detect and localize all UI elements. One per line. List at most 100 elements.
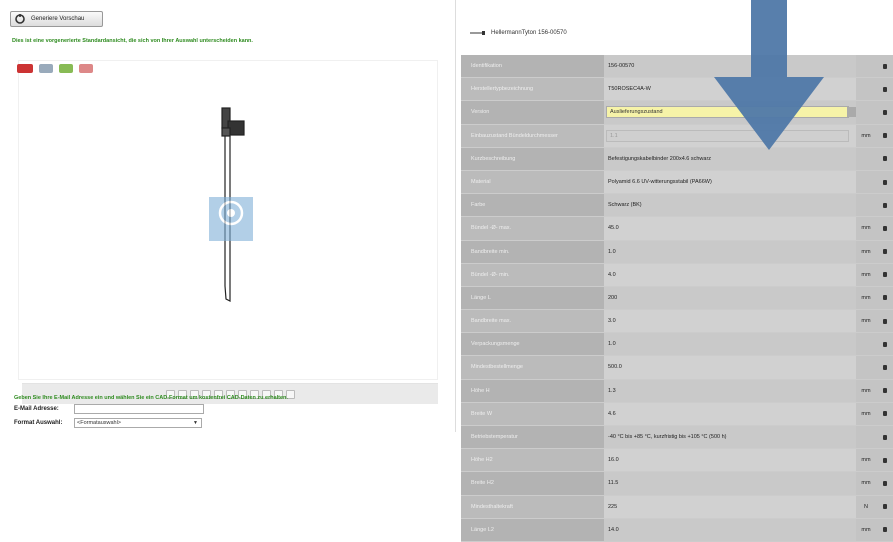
property-row: Mindestbestellmenge 500.0 [461, 356, 893, 380]
property-row: Höhe H 1.3 mm [461, 379, 893, 403]
lock-icon[interactable] [876, 147, 893, 170]
property-row: Betriebstemperatur -40 °C bis +85 °C, kur… [461, 426, 893, 450]
lock-glyph [882, 249, 887, 255]
property-unit: mm [856, 263, 876, 286]
property-row: Version Auslieferungszustand [461, 101, 893, 125]
property-row: Länge L 200 mm [461, 286, 893, 311]
format-select[interactable]: <Formatauswahl> ▼ [74, 418, 202, 428]
version-select-value: Auslieferungszustand [610, 109, 663, 116]
lock-icon[interactable] [876, 518, 893, 541]
lock-icon[interactable] [876, 310, 893, 333]
lock-glyph [882, 86, 887, 92]
property-row: Mindesthaltekraft 225 N [461, 495, 893, 519]
lock-icon[interactable] [876, 217, 893, 240]
lock-glyph [882, 365, 887, 371]
lock-icon[interactable] [876, 124, 893, 147]
down-arrow-icon [714, 0, 824, 150]
property-label: Verpackungsmenge [461, 333, 604, 356]
property-value: 200 [604, 286, 856, 310]
property-label: Farbe [461, 194, 604, 217]
property-row: Kurzbeschreibung Befestigungskabelbinder … [461, 147, 893, 171]
property-value: 225 [604, 495, 856, 518]
product-title-text: HellermannTyton 156-00570 [491, 30, 567, 36]
lock-icon[interactable] [876, 379, 893, 402]
lock-icon[interactable] [876, 472, 893, 495]
email-field[interactable] [74, 404, 204, 414]
property-value: -40 °C bis +85 °C, kurzfristig bis +105 … [604, 426, 856, 449]
property-row: Bündel -Ø- max. 45.0 mm [461, 217, 893, 241]
email-label: E-Mail Adresse: [14, 406, 59, 412]
property-unit: mm [856, 240, 876, 263]
property-unit: N [856, 495, 876, 518]
property-unit [856, 333, 876, 356]
property-row: Identifikation 156-00570 [461, 55, 893, 79]
property-row: Höhe H2 16.0 mm [461, 449, 893, 473]
property-unit: mm [856, 472, 876, 495]
lock-icon[interactable] [876, 333, 893, 356]
property-value: 4.0 [604, 263, 856, 286]
lock-icon[interactable] [876, 170, 893, 194]
property-row: Verpackungsmenge 1.0 [461, 333, 893, 357]
lock-glyph [882, 109, 887, 115]
property-label: Mindesthaltekraft [461, 495, 604, 518]
property-unit [856, 194, 876, 217]
standard-view-notice: Dies ist eine vorgenerierte Standardansi… [12, 38, 253, 44]
property-label: Bandbreite max. [461, 310, 604, 333]
lock-glyph [882, 504, 887, 510]
lock-icon[interactable] [876, 426, 893, 449]
property-row: Bandbreite max. 3.0 mm [461, 310, 893, 334]
lock-icon[interactable] [876, 101, 893, 124]
product-title: HellermannTyton 156-00570 [470, 30, 567, 36]
property-label: Breite W [461, 402, 604, 425]
cad-preview-viewer[interactable] [17, 60, 438, 380]
property-label: Höhe H2 [461, 449, 604, 472]
lock-icon[interactable] [876, 356, 893, 379]
property-value: Schwarz (BK) [604, 194, 856, 217]
property-unit: mm [856, 449, 876, 472]
lock-icon[interactable] [876, 263, 893, 286]
property-unit [856, 170, 876, 194]
property-value: 1.0 [604, 333, 856, 356]
property-label: Einbauzustand Bündeldurchmesser [461, 124, 604, 147]
lock-glyph [882, 156, 887, 162]
property-row: Breite W 4.6 mm [461, 402, 893, 426]
lock-glyph [882, 179, 887, 185]
lock-glyph [882, 434, 887, 440]
property-value: 1.0 [604, 240, 856, 263]
property-row: Farbe Schwarz (BK) [461, 194, 893, 218]
lock-icon[interactable] [876, 78, 893, 101]
lock-icon[interactable] [876, 449, 893, 472]
property-row: Material Polyamid 6.6 UV-witterungsstabil… [461, 170, 893, 195]
property-unit [856, 101, 876, 124]
chevron-down-icon[interactable] [847, 107, 856, 118]
lock-icon[interactable] [876, 286, 893, 310]
property-unit [856, 356, 876, 379]
lock-icon[interactable] [876, 495, 893, 518]
property-value: Polyamid 6.6 UV-witterungsstabil (PA66W) [604, 170, 856, 194]
property-value: 3.0 [604, 310, 856, 333]
chevron-down-icon: ▼ [193, 420, 198, 426]
lock-icon[interactable] [876, 55, 893, 78]
property-label: Bandbreite min. [461, 240, 604, 263]
generate-preview-button[interactable]: Generiere Vorschau [10, 11, 103, 27]
lock-glyph [882, 388, 887, 394]
format-label: Format Auswahl: [14, 420, 63, 426]
property-row: Länge L2 14.0 mm [461, 518, 893, 542]
cable-tie-thumbnail-icon [470, 31, 485, 35]
property-row: Bandbreite min. 1.0 mm [461, 240, 893, 264]
lock-glyph [882, 272, 887, 278]
lock-glyph [882, 225, 887, 231]
property-label: Länge L [461, 286, 604, 310]
property-unit [856, 147, 876, 170]
property-unit: mm [856, 217, 876, 240]
property-table: Identifikation 156-00570 Herstellertypbeze… [461, 55, 893, 542]
property-unit: mm [856, 310, 876, 333]
lock-icon[interactable] [876, 402, 893, 425]
lock-icon[interactable] [876, 240, 893, 263]
lock-glyph [882, 480, 887, 486]
property-label: Material [461, 170, 604, 194]
property-unit: mm [856, 379, 876, 402]
lock-icon[interactable] [876, 194, 893, 217]
property-row: Einbauzustand Bündeldurchmesser 1.1 mm [461, 124, 893, 148]
lock-glyph [882, 457, 887, 463]
